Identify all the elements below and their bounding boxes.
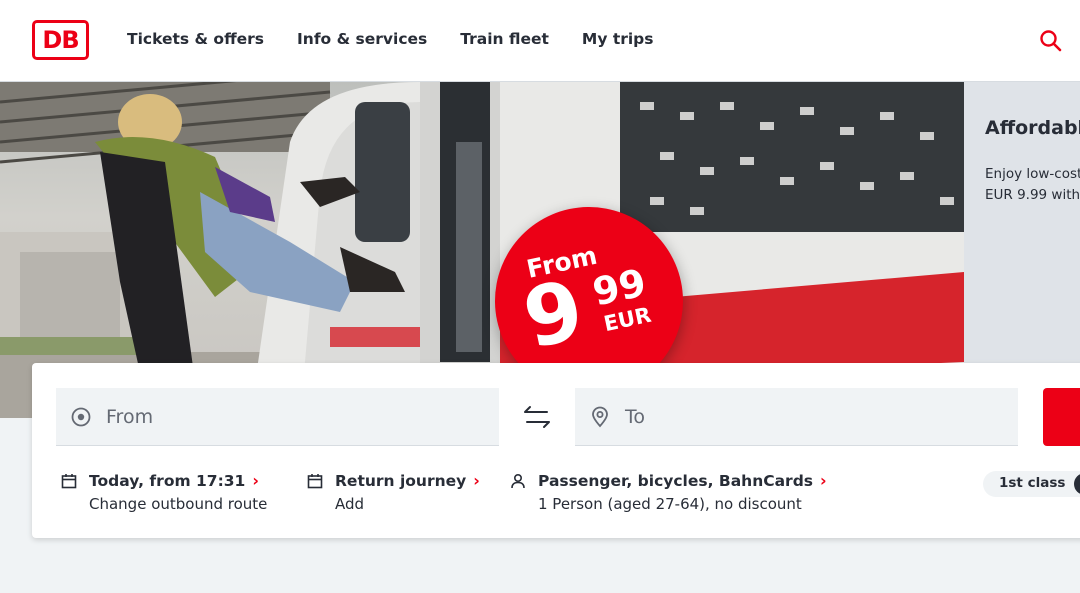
passengers-title: Passenger, bicycles, BahnCards	[538, 471, 814, 490]
calendar-icon	[61, 473, 77, 488]
nav-tickets-offers[interactable]: Tickets & offers	[127, 30, 264, 48]
teaser-title: Affordabl	[985, 117, 1080, 139]
teaser-text: Enjoy low-cost EUR 9.99 with	[985, 164, 1080, 206]
calendar-icon	[307, 473, 323, 488]
return-journey-title: Return journey	[335, 471, 467, 490]
teaser-text-line2: EUR 9.99 with	[985, 187, 1080, 203]
teaser-text-line1: Enjoy low-cost	[985, 166, 1080, 182]
nav-info-services[interactable]: Info & services	[297, 30, 427, 48]
chevron-right-icon: ›	[820, 471, 827, 490]
journey-search-panel: From To Today, from 17:31 › Change outbo…	[32, 363, 1080, 538]
return-journey-option[interactable]: Return journey › Add	[307, 471, 480, 513]
location-pin-icon	[592, 406, 608, 427]
toggle-knob	[1074, 473, 1080, 495]
search-button[interactable]	[1043, 388, 1080, 446]
search-icon[interactable]	[1038, 28, 1064, 54]
passengers-option[interactable]: Passenger, bicycles, BahnCards › 1 Perso…	[510, 471, 827, 513]
nav-train-fleet[interactable]: Train fleet	[460, 30, 549, 48]
to-placeholder: To	[625, 405, 646, 428]
from-placeholder: From	[106, 405, 154, 428]
to-field[interactable]: To	[575, 388, 1018, 446]
outbound-time-option[interactable]: Today, from 17:31 › Change outbound rout…	[61, 471, 267, 513]
chevron-right-icon: ›	[252, 471, 259, 490]
price-badge-main: 9	[515, 262, 592, 368]
return-journey-sub: Add	[335, 495, 365, 513]
passengers-sub: 1 Person (aged 27-64), no discount	[538, 495, 802, 513]
first-class-label: 1st class	[999, 475, 1066, 491]
origin-icon	[71, 407, 91, 426]
from-field[interactable]: From	[56, 388, 499, 446]
site-header: DB Tickets & offers Info & services Trai…	[0, 0, 1080, 82]
db-logo[interactable]: DB	[32, 20, 89, 60]
main-nav: Tickets & offers Info & services Train f…	[127, 30, 687, 48]
swap-icon[interactable]	[521, 401, 553, 433]
person-icon	[511, 473, 525, 488]
nav-my-trips[interactable]: My trips	[582, 30, 654, 48]
chevron-right-icon: ›	[473, 471, 480, 490]
first-class-toggle[interactable]: 1st class	[983, 471, 1080, 497]
outbound-time-title: Today, from 17:31	[89, 471, 246, 490]
outbound-time-sub: Change outbound route	[89, 495, 268, 513]
